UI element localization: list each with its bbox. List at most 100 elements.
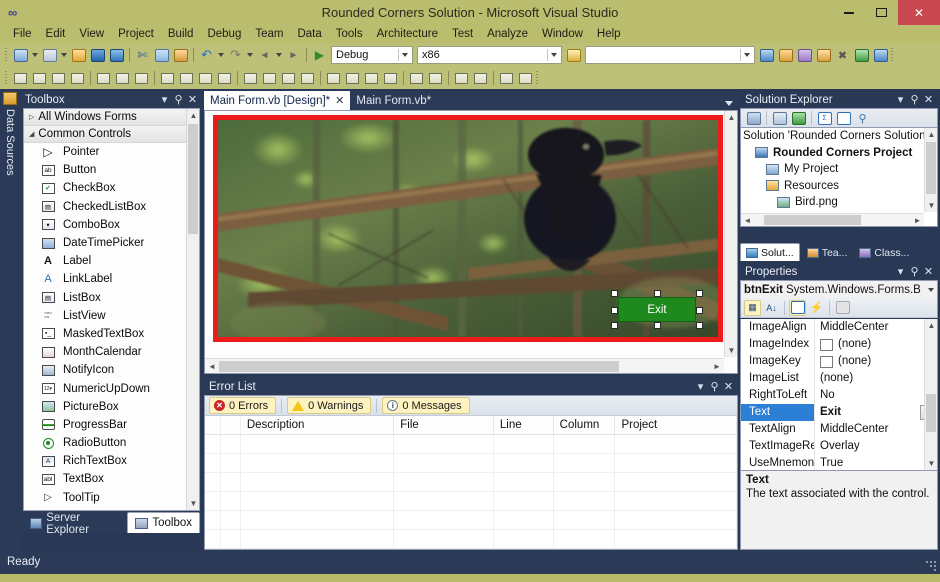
toolbox-item-pointer[interactable]: ▷ Pointer — [24, 143, 186, 161]
chevron-down-icon[interactable]: ▾ — [894, 265, 907, 278]
close-icon[interactable]: ✕ — [722, 380, 735, 393]
property-row-imageindex[interactable]: ImageIndex (none) — [741, 336, 937, 353]
property-value-cell[interactable]: Overlay — [815, 438, 937, 455]
toolbox-item-monthcalendar[interactable]: MonthCalendar — [24, 343, 186, 361]
open-file-icon[interactable] — [70, 47, 87, 64]
resize-handle-w[interactable] — [611, 306, 618, 314]
form-designer[interactable]: Exit ▲ ▼ ◄ ► — [204, 110, 738, 374]
navigate-forward-icon[interactable]: ► — [285, 47, 302, 64]
toolbox-item-maskedtextbox[interactable]: ▪_ MaskedTextBox — [24, 325, 186, 343]
main-form-surface[interactable]: Exit — [213, 115, 723, 342]
minimize-button[interactable] — [832, 0, 865, 25]
solution-tree-node[interactable]: My Project — [741, 161, 924, 178]
menu-item-debug[interactable]: Debug — [200, 25, 248, 43]
toolbox-tab-server-explorer[interactable]: Server Explorer — [23, 512, 127, 536]
document-tab-1[interactable]: Main Form.vb [Design]* ✕ — [204, 91, 351, 110]
alphabetical-sort-icon[interactable]: A↓ — [763, 300, 780, 316]
designer-canvas[interactable]: Exit — [213, 115, 723, 373]
maximize-button[interactable] — [865, 0, 898, 25]
toolbox-item-linklabel[interactable]: A LinkLabel — [24, 270, 186, 288]
property-value-cell[interactable]: True — [815, 455, 937, 470]
new-project-dropdown-icon[interactable] — [31, 47, 39, 64]
toolbox-item-radiobutton[interactable]: RadioButton — [24, 434, 186, 452]
cut-icon[interactable]: ✄ — [134, 47, 151, 64]
toolbox-item-button[interactable]: ab Button — [24, 161, 186, 179]
horizontal-spacing-make-equal-icon[interactable] — [242, 70, 259, 87]
align-bottoms-icon[interactable] — [133, 70, 150, 87]
scroll-right-icon[interactable]: ► — [710, 362, 724, 371]
start-page-icon[interactable] — [853, 47, 870, 64]
view-class-diagram-icon[interactable]: ⚲ — [854, 110, 871, 126]
table-row[interactable] — [205, 473, 737, 492]
solution-explorer-tab-2[interactable]: Tea... — [802, 245, 853, 261]
toolbox-item-richtextbox[interactable]: A RichTextBox — [24, 452, 186, 470]
scroll-down-icon[interactable]: ▼ — [187, 497, 200, 510]
solution-tree-node[interactable]: Solution 'Rounded Corners Solution — [741, 128, 924, 145]
resize-handle-e[interactable] — [696, 306, 703, 314]
paste-icon[interactable] — [172, 47, 189, 64]
solution-explorer-toggle-icon[interactable] — [758, 47, 775, 64]
table-row[interactable] — [205, 454, 737, 473]
toolbox-item-checkedlistbox[interactable]: ▤ CheckedListBox — [24, 198, 186, 216]
toolbox-item-checkbox[interactable]: ✔ CheckBox — [24, 179, 186, 197]
resize-handle-sw[interactable] — [611, 322, 618, 329]
close-icon[interactable]: ✕ — [922, 265, 935, 278]
error-column-column[interactable]: Column — [554, 415, 616, 435]
tab-order-icon[interactable] — [498, 70, 515, 87]
toolbox-list[interactable]: ▷ All Windows Forms ◢ Common Controls ▷ Point… — [23, 108, 200, 511]
align-lefts-icon[interactable] — [31, 70, 48, 87]
toolbox-item-progressbar[interactable]: ▬▬ ProgressBar — [24, 416, 186, 434]
close-icon[interactable]: ✕ — [922, 93, 935, 106]
step-into-icon[interactable] — [565, 47, 582, 64]
toolbar-overflow[interactable] — [535, 70, 540, 86]
start-debugging-icon[interactable]: ▶ — [311, 47, 328, 64]
close-icon[interactable]: ✕ — [186, 93, 199, 106]
solution-explorer-tab-1[interactable]: Solut... — [740, 243, 800, 261]
resize-grip-icon[interactable] — [924, 559, 936, 571]
data-sources-tab[interactable]: Data Sources — [2, 109, 18, 219]
menu-item-analyze[interactable]: Analyze — [480, 25, 535, 43]
vertical-spacing-decrease-icon[interactable] — [363, 70, 380, 87]
property-row-righttoleft[interactable]: RightToLeft No — [741, 387, 937, 404]
horizontal-spacing-remove-icon[interactable] — [299, 70, 316, 87]
messages-filter-button[interactable]: i 0 Messages — [382, 397, 470, 414]
show-all-files-icon[interactable] — [771, 110, 788, 126]
vertical-spacing-increase-icon[interactable] — [344, 70, 361, 87]
error-list-icon[interactable]: ✖ — [834, 47, 851, 64]
menu-item-window[interactable]: Window — [535, 25, 590, 43]
categorized-view-icon[interactable]: ▦ — [744, 299, 761, 316]
make-same-width-icon[interactable] — [159, 70, 176, 87]
menu-item-file[interactable]: File — [6, 25, 39, 43]
scroll-left-icon[interactable]: ◄ — [741, 216, 754, 225]
resize-handle-n[interactable] — [654, 290, 661, 297]
scroll-down-icon[interactable]: ▼ — [925, 199, 937, 212]
view-code-icon[interactable]: Σ — [816, 110, 833, 126]
property-row-imagealign[interactable]: ImageAlign MiddleCenter — [741, 319, 937, 336]
menu-item-test[interactable]: Test — [445, 25, 480, 43]
make-same-height-icon[interactable] — [178, 70, 195, 87]
property-row-usemnemoni[interactable]: UseMnemoni True — [741, 455, 937, 470]
scroll-up-icon[interactable]: ▲ — [187, 109, 200, 122]
toolbox-item-picturebox[interactable]: PictureBox — [24, 398, 186, 416]
errors-filter-button[interactable]: ✕ 0 Errors — [209, 397, 277, 414]
property-value-cell[interactable]: MiddleCenter — [815, 319, 937, 336]
view-designer-icon[interactable] — [835, 110, 852, 126]
horizontal-spacing-increase-icon[interactable] — [261, 70, 278, 87]
scroll-down-icon[interactable]: ▼ — [725, 344, 738, 357]
center-vertically-icon[interactable] — [427, 70, 444, 87]
undo-dropdown-icon[interactable] — [217, 47, 225, 64]
toolbox-item-label[interactable]: A Label — [24, 252, 186, 270]
designer-horizontal-scrollbar[interactable]: ◄ ► — [205, 358, 724, 373]
menu-item-tools[interactable]: Tools — [329, 25, 370, 43]
scroll-left-icon[interactable]: ◄ — [205, 362, 219, 371]
error-column-file[interactable]: File — [394, 415, 494, 435]
toolbar-overflow[interactable] — [890, 47, 895, 63]
solution-tree-node[interactable]: Rounded Corners Project — [741, 145, 924, 162]
warnings-filter-button[interactable]: 0 Warnings — [287, 397, 372, 414]
solution-tree-hscrollbar[interactable]: ◄ ► — [741, 213, 924, 226]
send-to-back-icon[interactable] — [472, 70, 489, 87]
menu-item-build[interactable]: Build — [161, 25, 201, 43]
solution-explorer-tab-3[interactable]: Class... — [854, 245, 914, 261]
property-value-cell[interactable]: (none) — [815, 370, 937, 387]
properties-object-select[interactable]: btnExit System.Windows.Forms.B — [740, 280, 938, 298]
